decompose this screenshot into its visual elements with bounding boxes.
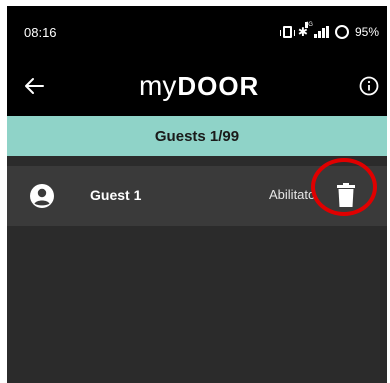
guests-count-title: Guests 1/99 — [154, 127, 240, 145]
battery-icon — [334, 25, 349, 39]
delete-highlight-circle — [311, 158, 377, 216]
account-circle-icon — [30, 184, 54, 208]
phone-screen: 08:16 ✱ 4G 95% my DOOR Guests 1/99 Guest… — [7, 6, 387, 383]
guest-status: Abilitato — [269, 187, 316, 202]
info-circle-icon[interactable] — [359, 76, 379, 96]
status-time: 08:16 — [24, 25, 57, 40]
vibrate-icon — [279, 26, 295, 38]
network-type: 4G — [304, 22, 313, 28]
status-bar: 08:16 ✱ 4G 95% — [7, 6, 387, 56]
logo-door: DOOR — [177, 71, 260, 101]
logo-my: my — [139, 70, 177, 101]
status-icons: ✱ 4G 95% — [279, 22, 379, 40]
app-logo: my DOOR — [139, 70, 259, 102]
guest-name: Guest 1 — [90, 187, 142, 203]
app-bar: my DOOR — [7, 56, 387, 116]
signal-icon: 4G — [304, 22, 329, 38]
arrow-left-icon[interactable] — [21, 74, 47, 98]
battery-level: 95% — [354, 25, 379, 39]
guests-header: Guests 1/99 — [7, 116, 387, 156]
